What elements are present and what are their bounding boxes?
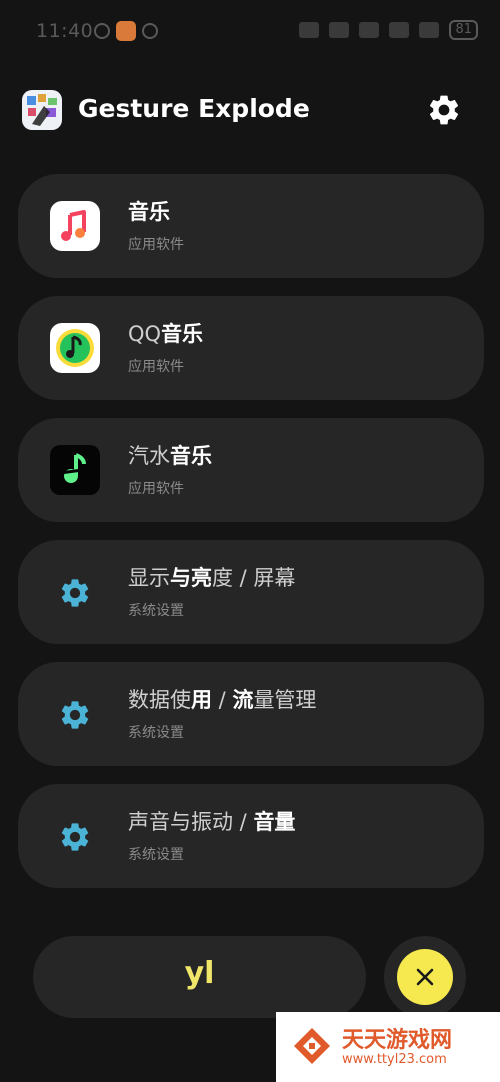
- mute-icon: [329, 22, 350, 38]
- result-subtitle: 应用软件: [128, 481, 184, 497]
- wifi-icon: [359, 22, 380, 38]
- site-watermark: 天天游戏网 www.ttyl23.com: [276, 1012, 500, 1082]
- result-item-qishui-music[interactable]: 汽水音乐 应用软件: [18, 418, 484, 522]
- search-query-text: yl: [184, 956, 215, 991]
- gear-icon: [58, 820, 92, 854]
- result-title: 声音与振动 / 音量: [128, 810, 296, 834]
- app-logo: [22, 90, 62, 130]
- watermark-url: www.ttyl23.com: [342, 1052, 447, 1067]
- app-title: Gesture Explode: [78, 94, 310, 123]
- gear-icon: [58, 576, 92, 610]
- watermark-name: 天天游戏网: [342, 1028, 453, 1053]
- result-subtitle: 系统设置: [128, 847, 184, 863]
- alarm-icon: [142, 23, 158, 39]
- result-subtitle: 系统设置: [128, 603, 184, 619]
- gear-icon: [429, 95, 459, 125]
- close-button[interactable]: [397, 949, 453, 1005]
- signal-icon: [389, 22, 410, 38]
- result-title: QQ音乐: [128, 322, 204, 346]
- result-item-qq-music[interactable]: QQ音乐 应用软件: [18, 296, 484, 400]
- status-right-icons: 81: [299, 20, 478, 40]
- result-title: 音乐: [128, 200, 170, 224]
- close-icon: [416, 968, 434, 986]
- result-title: 显示与亮度 / 屏幕: [128, 566, 296, 590]
- music-app-icon: [50, 201, 100, 251]
- result-subtitle: 应用软件: [128, 359, 184, 375]
- watermark-logo-icon: [290, 1024, 334, 1068]
- search-query-field[interactable]: yl: [33, 936, 366, 1018]
- result-item-data-usage[interactable]: 数据使用 / 流量管理 系统设置: [18, 662, 484, 766]
- status-left-icons: [94, 21, 158, 41]
- app-header: Gesture Explode: [0, 84, 500, 136]
- close-button-container: [384, 936, 466, 1018]
- app-notification-icon: [116, 21, 136, 41]
- battery-indicator: 81: [449, 20, 478, 40]
- result-item-music[interactable]: 音乐 应用软件: [18, 174, 484, 278]
- status-time: 11:40: [36, 20, 94, 42]
- settings-button[interactable]: [426, 92, 462, 128]
- notification-icon: [94, 23, 110, 39]
- result-title: 数据使用 / 流量管理: [128, 688, 317, 712]
- gear-icon: [58, 698, 92, 732]
- result-item-display-brightness[interactable]: 显示与亮度 / 屏幕 系统设置: [18, 540, 484, 644]
- qishui-music-app-icon: [50, 445, 100, 495]
- status-bar: 11:40 81: [0, 0, 500, 64]
- result-title: 汽水音乐: [128, 444, 212, 468]
- qq-music-app-icon: [50, 323, 100, 373]
- result-item-sound-vibration[interactable]: 声音与振动 / 音量 系统设置: [18, 784, 484, 888]
- result-subtitle: 系统设置: [128, 725, 184, 741]
- signal-2-icon: [419, 22, 440, 38]
- screenshot-icon: [299, 22, 320, 38]
- result-subtitle: 应用软件: [128, 237, 184, 253]
